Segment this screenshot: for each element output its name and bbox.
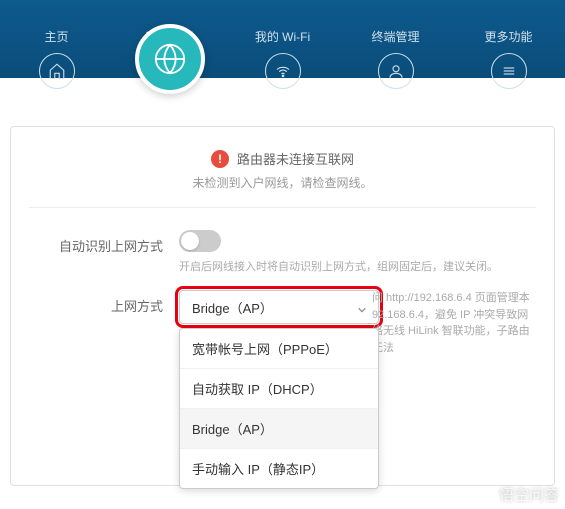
menu-icon bbox=[491, 53, 527, 89]
user-icon bbox=[378, 53, 414, 89]
chevron-down-icon bbox=[357, 303, 367, 313]
watermark: 悟空问答 bbox=[477, 484, 559, 505]
divider bbox=[29, 207, 536, 208]
top-nav: 主页 我要上网 我的 Wi-Fi 终端管理 更多功能 bbox=[0, 0, 565, 78]
home-icon bbox=[39, 53, 75, 89]
mode-select[interactable]: Bridge（AP） bbox=[179, 290, 379, 324]
globe-icon bbox=[135, 24, 205, 94]
nav-terminal[interactable]: 终端管理 bbox=[339, 28, 452, 89]
mode-side-note: 问 http://192.168.6.4 页面管理本92.168.6.4，避免 … bbox=[372, 290, 532, 356]
wifi-icon bbox=[265, 53, 301, 89]
mode-label: 上网方式 bbox=[29, 290, 179, 315]
warning-icon: ! bbox=[211, 150, 229, 168]
nav-wifi[interactable]: 我的 Wi-Fi bbox=[226, 28, 339, 89]
nav-label: 更多功能 bbox=[484, 28, 532, 45]
nav-home[interactable]: 主页 bbox=[0, 28, 113, 89]
mode-row: 上网方式 Bridge（AP） 宽带帐号上网（PPPoE） 自动获取 IP（DH… bbox=[29, 290, 536, 324]
nav-label: 主页 bbox=[44, 28, 68, 45]
auto-detect-hint: 开启后网线接入时将自动识别上网方式，组网固定后，建议关闭。 bbox=[179, 258, 498, 274]
nav-more[interactable]: 更多功能 bbox=[452, 28, 565, 89]
nav-internet[interactable]: 我要上网 bbox=[113, 28, 226, 45]
alert-subtitle: 未检测到入户网线，请检查网线。 bbox=[29, 174, 536, 191]
nav-label: 终端管理 bbox=[371, 28, 419, 45]
toggle-knob bbox=[181, 232, 199, 250]
watermark-text: 悟空问答 bbox=[499, 484, 559, 505]
alert-title: 路由器未连接互联网 bbox=[237, 149, 354, 168]
nav-label: 我的 Wi-Fi bbox=[255, 28, 310, 45]
settings-card: ! 路由器未连接互联网 未检测到入户网线，请检查网线。 自动识别上网方式 开启后… bbox=[10, 126, 555, 486]
mode-option-bridge[interactable]: Bridge（AP） bbox=[180, 409, 378, 449]
auto-detect-row: 自动识别上网方式 开启后网线接入时将自动识别上网方式，组网固定后，建议关闭。 bbox=[29, 230, 536, 274]
content-area: ! 路由器未连接互联网 未检测到入户网线，请检查网线。 自动识别上网方式 开启后… bbox=[0, 78, 565, 486]
auto-detect-toggle[interactable] bbox=[179, 230, 221, 252]
mode-option-dhcp[interactable]: 自动获取 IP（DHCP） bbox=[180, 369, 378, 409]
mode-option-static[interactable]: 手动输入 IP（静态IP） bbox=[180, 449, 378, 488]
connection-alert: ! 路由器未连接互联网 未检测到入户网线，请检查网线。 bbox=[29, 149, 536, 191]
mode-option-pppoe[interactable]: 宽带帐号上网（PPPoE） bbox=[180, 329, 378, 369]
mode-selected-value: Bridge（AP） bbox=[192, 298, 273, 317]
auto-detect-label: 自动识别上网方式 bbox=[29, 230, 179, 255]
mode-dropdown: 宽带帐号上网（PPPoE） 自动获取 IP（DHCP） Bridge（AP） 手… bbox=[179, 328, 379, 489]
